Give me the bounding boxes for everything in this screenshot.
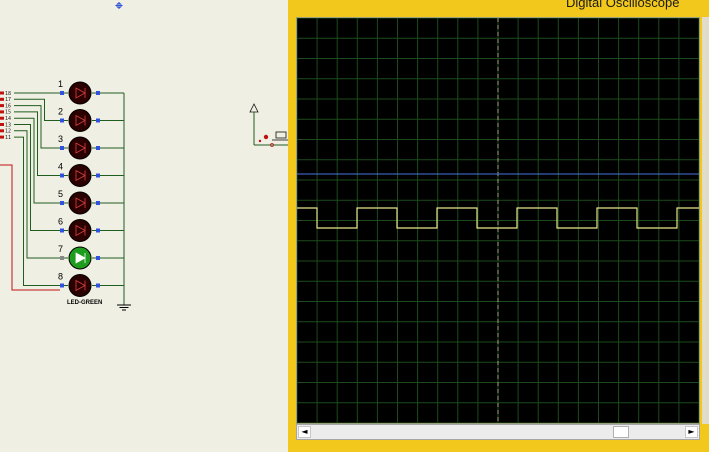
schematic-canvas: 1817161514131211 12345678LED-GREEN bbox=[0, 2, 288, 311]
led-pin-marker bbox=[96, 228, 100, 233]
led-input-wire bbox=[14, 136, 68, 286]
led-pin-marker bbox=[96, 91, 100, 95]
led-number: 6 bbox=[58, 217, 63, 227]
pin-label: 12 bbox=[5, 129, 11, 135]
horizontal-scrollbar[interactable]: ◄ ► bbox=[296, 424, 700, 440]
led-number: 4 bbox=[58, 162, 63, 172]
pin-label: 15 bbox=[5, 110, 11, 116]
led-body bbox=[68, 81, 92, 105]
oscilloscope-display bbox=[297, 18, 699, 423]
marker-icon[interactable] bbox=[115, 2, 123, 9]
led-number: 3 bbox=[58, 134, 63, 144]
led-1[interactable]: 1 bbox=[58, 79, 100, 105]
led-pin-marker bbox=[60, 146, 64, 150]
led-pin-marker bbox=[96, 173, 100, 178]
led-number: 7 bbox=[58, 244, 63, 254]
led-pin-marker bbox=[96, 283, 100, 288]
led-pin-marker bbox=[96, 118, 100, 123]
oscilloscope-side-panel bbox=[702, 17, 709, 424]
pin-stub bbox=[0, 135, 4, 139]
led-pin-marker bbox=[60, 91, 64, 95]
led-pin-marker bbox=[60, 256, 64, 260]
arrow-right-icon: ► bbox=[688, 427, 695, 436]
pin-stub bbox=[0, 129, 4, 133]
pin-label: 17 bbox=[5, 97, 11, 103]
led-8[interactable]: 8 bbox=[58, 272, 100, 297]
led-pin-marker bbox=[60, 201, 64, 205]
led-body bbox=[68, 274, 92, 297]
pin-label: 13 bbox=[5, 122, 11, 128]
led-number: 1 bbox=[58, 79, 63, 89]
led-number: 2 bbox=[58, 107, 63, 117]
led-pin-marker bbox=[96, 146, 100, 150]
pin-label: 16 bbox=[5, 103, 11, 109]
scroll-left-button[interactable]: ◄ bbox=[298, 426, 311, 438]
pin-label: 18 bbox=[5, 91, 11, 97]
scope-probe-terminal[interactable] bbox=[249, 103, 288, 147]
oscilloscope-window[interactable]: Digital Oscilloscope ◄ ► bbox=[288, 0, 709, 452]
led-5[interactable]: 5 bbox=[58, 189, 100, 215]
arrow-left-icon: ◄ bbox=[301, 427, 308, 436]
led-6[interactable]: 6 bbox=[58, 217, 100, 242]
pin-stub bbox=[0, 97, 4, 101]
pin-label: 11 bbox=[5, 135, 11, 141]
led-body bbox=[68, 219, 92, 242]
led-pin-marker bbox=[60, 173, 64, 178]
led-body bbox=[68, 191, 92, 215]
pin-stub bbox=[0, 116, 4, 120]
oscilloscope-title: Digital Oscilloscope bbox=[566, 0, 680, 10]
led-number: 8 bbox=[58, 272, 63, 282]
pin-label: 14 bbox=[5, 116, 11, 122]
led-pin-marker bbox=[60, 228, 64, 233]
led-number: 5 bbox=[58, 189, 63, 199]
led-3[interactable]: 3 bbox=[58, 134, 100, 160]
led-4[interactable]: 4 bbox=[58, 162, 100, 187]
scroll-right-button[interactable]: ► bbox=[685, 426, 698, 438]
led-pin-marker bbox=[96, 256, 100, 260]
led-array: 1 2 3 4 5 6 7 8 LED-GREEN bbox=[58, 79, 102, 306]
led-pin-marker bbox=[60, 283, 64, 288]
pin-stub bbox=[0, 123, 4, 126]
led-body bbox=[68, 164, 92, 187]
pin-labels: 1817161514131211 bbox=[0, 91, 11, 141]
scroll-thumb[interactable] bbox=[613, 426, 629, 438]
pin-stub bbox=[0, 110, 4, 114]
led-pin-marker bbox=[60, 118, 64, 123]
led-body bbox=[68, 109, 92, 132]
led-pin-marker bbox=[96, 201, 100, 205]
pin-stub bbox=[0, 91, 4, 95]
led-2[interactable]: 2 bbox=[58, 107, 100, 132]
led-part-label: LED-GREEN bbox=[67, 300, 102, 306]
ground-icon bbox=[117, 300, 131, 311]
led-body bbox=[68, 136, 92, 160]
led-7[interactable]: 7 bbox=[58, 244, 100, 270]
oscilloscope-screen[interactable] bbox=[296, 17, 700, 424]
pin-stub bbox=[0, 104, 4, 108]
